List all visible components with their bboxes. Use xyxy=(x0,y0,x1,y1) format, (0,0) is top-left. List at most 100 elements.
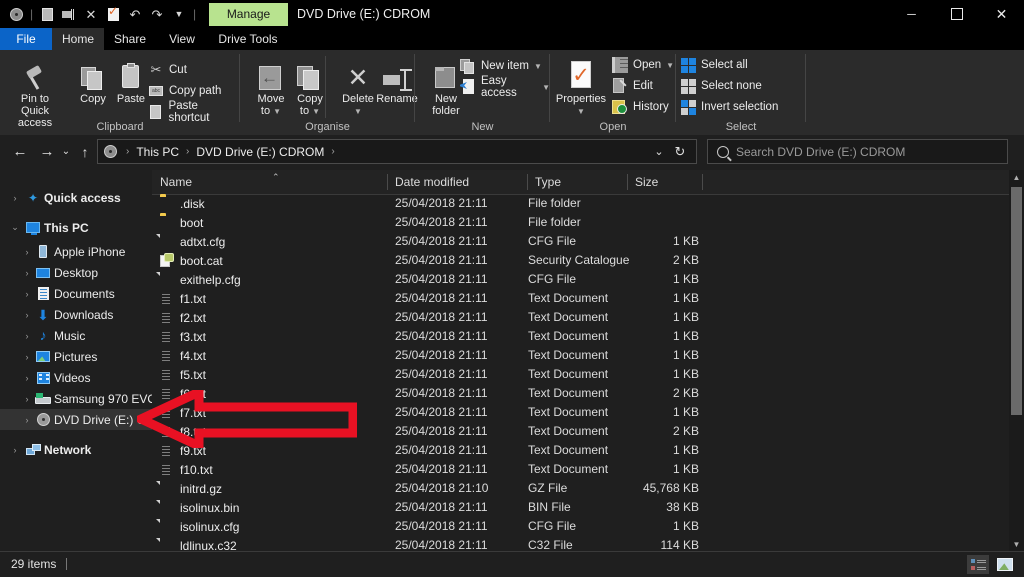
redo-icon[interactable]: ↷ xyxy=(147,4,167,24)
sidebar-item-desktop[interactable]: › Desktop xyxy=(0,262,152,283)
column-header-size[interactable]: Size xyxy=(627,170,702,194)
ribbon-button-properties[interactable]: ✓ Properties ▼ xyxy=(550,55,612,118)
chevron-down-icon[interactable]: ⌄ xyxy=(8,222,22,233)
table-row[interactable]: boot 25/04/2018 21:11 File folder xyxy=(152,213,1009,232)
table-row[interactable]: initrd.gz 25/04/2018 21:10 GZ File 45,76… xyxy=(152,479,1009,498)
forward-button[interactable]: → xyxy=(35,139,59,164)
chevron-right-icon[interactable]: › xyxy=(20,352,34,362)
search-box[interactable]: Search DVD Drive (E:) CDROM xyxy=(707,139,1008,164)
sidebar-item-quick-access[interactable]: › ✦ Quick access xyxy=(0,187,152,208)
back-button[interactable]: ← xyxy=(8,139,32,164)
breadcrumb-dvd-drive[interactable]: DVD Drive (E:) CDROM xyxy=(194,145,326,159)
chevron-down-icon[interactable]: ▼ xyxy=(273,107,281,116)
chevron-down-icon[interactable]: ▼ xyxy=(312,107,320,116)
chevron-right-icon[interactable]: › xyxy=(8,445,22,455)
minimize-button[interactable]: ─ xyxy=(889,0,934,28)
column-header-date-modified[interactable]: Date modified xyxy=(387,170,527,194)
sidebar-item-apple-iphone[interactable]: › Apple iPhone xyxy=(0,241,152,262)
chevron-right-icon[interactable]: › xyxy=(20,394,34,404)
chevron-right-icon[interactable]: › xyxy=(20,289,34,299)
sidebar-item-downloads[interactable]: › ⬇ Downloads xyxy=(0,304,152,325)
chevron-right-icon[interactable]: › xyxy=(20,331,34,341)
table-row[interactable]: f6.txt 25/04/2018 21:11 Text Document 2 … xyxy=(152,384,1009,403)
chevron-down-icon[interactable]: ▼ xyxy=(354,107,362,116)
ribbon-item-new-item[interactable]: New item ▼ xyxy=(460,56,542,76)
customize-qat-icon[interactable]: ▼ xyxy=(169,4,189,24)
sidebar-item-dvd-drive[interactable]: › DVD Drive (E:) CDRO xyxy=(0,409,152,430)
copy-to-label-line1: Copy xyxy=(297,93,323,105)
chevron-right-icon[interactable]: › xyxy=(20,247,34,257)
drive-icon[interactable] xyxy=(6,4,26,24)
undo-icon[interactable]: ↶ xyxy=(125,4,145,24)
ribbon-item-select-all[interactable]: Select all xyxy=(680,55,748,75)
table-row[interactable]: exithelp.cfg 25/04/2018 21:11 CFG File 1… xyxy=(152,270,1009,289)
sidebar-item-documents[interactable]: › Documents xyxy=(0,283,152,304)
table-row[interactable]: isolinux.bin 25/04/2018 21:11 BIN File 3… xyxy=(152,498,1009,517)
chevron-down-icon[interactable]: ▼ xyxy=(577,107,585,116)
ribbon-item-edit[interactable]: Edit xyxy=(612,76,653,96)
ribbon-item-open[interactable]: Open ▼ xyxy=(612,55,674,75)
table-row[interactable]: adtxt.cfg 25/04/2018 21:11 CFG File 1 KB xyxy=(152,232,1009,251)
table-row[interactable]: ldlinux.c32 25/04/2018 21:11 C32 File 11… xyxy=(152,536,1009,552)
ribbon-item-invert-selection[interactable]: Invert selection xyxy=(680,97,778,117)
scroll-down-arrow-icon[interactable]: ▼ xyxy=(1009,537,1024,552)
tab-share[interactable]: Share xyxy=(104,28,156,50)
search-input[interactable]: Search DVD Drive (E:) CDROM xyxy=(736,145,905,159)
refresh-button[interactable]: ↻ xyxy=(666,139,694,164)
sidebar-item-pictures[interactable]: › Pictures xyxy=(0,346,152,367)
scrollbar-thumb[interactable] xyxy=(1011,187,1022,415)
table-row[interactable]: f4.txt 25/04/2018 21:11 Text Document 1 … xyxy=(152,346,1009,365)
rename-icon[interactable] xyxy=(59,4,79,24)
properties-icon[interactable] xyxy=(103,4,123,24)
table-row[interactable]: f2.txt 25/04/2018 21:11 Text Document 1 … xyxy=(152,308,1009,327)
details-view-button[interactable] xyxy=(967,555,989,574)
ribbon-item-history[interactable]: History xyxy=(612,97,669,117)
table-row[interactable]: f3.txt 25/04/2018 21:11 Text Document 1 … xyxy=(152,327,1009,346)
vertical-scrollbar[interactable]: ▲ ▼ xyxy=(1009,170,1024,552)
sidebar-item-this-pc[interactable]: ⌄ This PC xyxy=(0,217,152,238)
table-row[interactable]: f10.txt 25/04/2018 21:11 Text Document 1… xyxy=(152,460,1009,479)
ribbon-item-paste-shortcut[interactable]: Paste shortcut xyxy=(148,100,240,124)
large-icons-view-button[interactable] xyxy=(994,555,1016,574)
table-row[interactable]: isolinux.cfg 25/04/2018 21:11 CFG File 1… xyxy=(152,517,1009,536)
address-bar[interactable]: › This PC › DVD Drive (E:) CDROM › xyxy=(97,139,697,164)
recent-locations-button[interactable]: ⌄ xyxy=(58,139,74,164)
table-row[interactable]: f5.txt 25/04/2018 21:11 Text Document 1 … xyxy=(152,365,1009,384)
ribbon-item-cut[interactable]: ✂ Cut xyxy=(148,60,187,80)
column-header-name[interactable]: Name xyxy=(152,170,387,194)
maximize-button[interactable] xyxy=(934,0,979,28)
sidebar-item-samsung-drive[interactable]: › Samsung 970 EVO ( xyxy=(0,388,153,409)
delete-icon[interactable]: ✕ xyxy=(81,4,101,24)
tab-drive-tools[interactable]: Drive Tools xyxy=(208,28,288,50)
table-row[interactable]: f8.txt 25/04/2018 21:11 Text Document 2 … xyxy=(152,422,1009,441)
table-row[interactable]: .disk 25/04/2018 21:11 File folder xyxy=(152,194,1009,213)
table-row-f7[interactable]: f7.txt 25/04/2018 21:11 Text Document 1 … xyxy=(152,403,1009,422)
chevron-down-icon[interactable]: ▼ xyxy=(666,61,674,70)
chevron-right-icon[interactable]: › xyxy=(20,415,34,425)
sidebar-item-music[interactable]: › ♪ Music xyxy=(0,325,152,346)
chevron-down-icon[interactable]: ▼ xyxy=(534,62,542,71)
chevron-right-icon[interactable]: › xyxy=(20,373,34,383)
chevron-right-icon[interactable]: › xyxy=(8,193,22,203)
column-header-type[interactable]: Type xyxy=(527,170,627,194)
paste-icon[interactable] xyxy=(37,4,57,24)
table-row[interactable]: f9.txt 25/04/2018 21:11 Text Document 1 … xyxy=(152,441,1009,460)
sidebar-item-network[interactable]: › Network xyxy=(0,439,152,460)
breadcrumb-this-pc[interactable]: This PC xyxy=(134,145,181,159)
contextual-tab-manage[interactable]: Manage xyxy=(209,3,288,26)
tab-view[interactable]: View xyxy=(156,28,208,50)
ribbon-item-easy-access[interactable]: Easy access ▼ xyxy=(460,75,550,99)
chevron-right-icon[interactable]: › xyxy=(20,268,34,278)
sidebar-item-videos[interactable]: › Videos xyxy=(0,367,152,388)
ribbon-button-pin-to-quick-access[interactable]: Pin to Quick access xyxy=(6,55,64,129)
chevron-right-icon[interactable]: › xyxy=(20,310,34,320)
close-button[interactable]: ✕ xyxy=(979,0,1024,28)
tab-home[interactable]: Home xyxy=(52,28,104,50)
table-row[interactable]: boot.cat 25/04/2018 21:11 Security Catal… xyxy=(152,251,1009,270)
scroll-up-arrow-icon[interactable]: ▲ xyxy=(1009,170,1024,185)
ribbon-item-select-none[interactable]: Select none xyxy=(680,76,762,96)
ribbon-item-copy-path[interactable]: abc Copy path xyxy=(148,81,221,101)
tab-file[interactable]: File xyxy=(0,28,52,50)
table-row[interactable]: f1.txt 25/04/2018 21:11 Text Document 1 … xyxy=(152,289,1009,308)
up-button[interactable]: ↑ xyxy=(74,139,96,164)
